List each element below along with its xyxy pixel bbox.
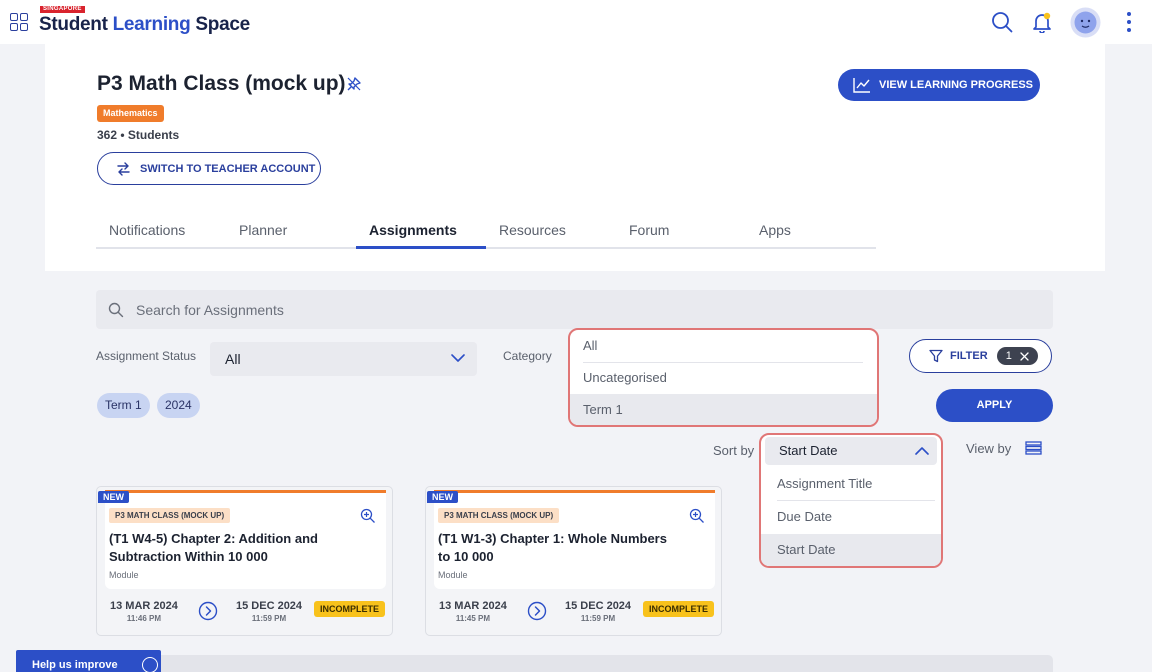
avatar[interactable] bbox=[1070, 7, 1101, 38]
chip-term-1[interactable]: Term 1 bbox=[97, 393, 150, 418]
category-dropdown-menu: All Uncategorised Term 1 bbox=[568, 328, 879, 427]
view-learning-progress-button[interactable]: VIEW LEARNING PROGRESS bbox=[838, 69, 1040, 101]
start-date: 13 MAR 2024 11:45 PM bbox=[439, 600, 507, 623]
more-vertical-icon[interactable] bbox=[1125, 11, 1133, 33]
category-label: Category bbox=[503, 349, 552, 363]
filter-label: FILTER bbox=[950, 350, 988, 362]
start-time-value: 11:46 PM bbox=[126, 614, 162, 623]
search-icon bbox=[108, 302, 124, 317]
status-badge: INCOMPLETE bbox=[314, 601, 386, 617]
sort-by-label: Sort by bbox=[713, 443, 755, 458]
class-tabs: Notifications Planner Assignments Resour… bbox=[96, 216, 876, 249]
pin-icon[interactable] bbox=[346, 76, 362, 92]
sort-option-start-date[interactable]: Start Date bbox=[761, 534, 941, 566]
chip-2024[interactable]: 2024 bbox=[157, 393, 200, 418]
switch-icon bbox=[117, 161, 130, 176]
filter-button[interactable]: FILTER 1 bbox=[909, 339, 1052, 373]
assignment-card-header: NEW P3 MATH CLASS (MOCK UP) (T1 W4-5) Ch… bbox=[98, 490, 386, 589]
assignment-card-header: NEW P3 MATH CLASS (MOCK UP) (T1 W1-3) Ch… bbox=[427, 490, 715, 589]
switch-to-teacher-button[interactable]: SWITCH TO TEACHER ACCOUNT bbox=[97, 152, 321, 185]
class-tag: P3 MATH CLASS (MOCK UP) bbox=[109, 508, 231, 523]
due-date-value: 15 DEC 2024 bbox=[565, 600, 632, 612]
filter-count: 1 bbox=[1005, 350, 1012, 362]
bottom-panel bbox=[96, 655, 1053, 672]
tab-notifications[interactable]: Notifications bbox=[109, 222, 185, 238]
arrow-right-circle-icon bbox=[527, 601, 547, 621]
category-option-uncategorised[interactable]: Uncategorised bbox=[570, 362, 877, 393]
assignment-status-select[interactable]: All bbox=[210, 342, 477, 376]
assignment-type: Module bbox=[438, 570, 468, 580]
list-view-icon[interactable] bbox=[1025, 441, 1042, 455]
assignment-search-input[interactable]: Search for Assignments bbox=[96, 290, 1053, 329]
arrow-right-circle-icon bbox=[198, 601, 218, 621]
filter-icon bbox=[929, 349, 943, 363]
new-badge: NEW bbox=[98, 491, 129, 503]
assignment-title[interactable]: (T1 W1-3) Chapter 1: Whole Numbers to 10… bbox=[438, 530, 678, 566]
tab-resources[interactable]: Resources bbox=[499, 222, 566, 238]
assignment-type: Module bbox=[109, 570, 139, 580]
sort-dropdown: Start Date Assignment Title Due Date Sta… bbox=[759, 433, 943, 568]
due-time-value: 11:59 PM bbox=[580, 614, 616, 623]
switch-label: SWITCH TO TEACHER ACCOUNT bbox=[140, 162, 316, 175]
view-by-label: View by bbox=[966, 441, 1012, 456]
assignment-status-value: All bbox=[225, 351, 241, 367]
start-date: 13 MAR 2024 11:46 PM bbox=[110, 600, 178, 623]
tab-apps[interactable]: Apps bbox=[759, 222, 791, 238]
help-label: Help us improve bbox=[32, 659, 118, 671]
zoom-in-icon[interactable] bbox=[689, 508, 705, 524]
assignment-card[interactable]: NEW P3 MATH CLASS (MOCK UP) (T1 W4-5) Ch… bbox=[96, 486, 393, 636]
search-placeholder: Search for Assignments bbox=[136, 301, 284, 318]
chevron-down-icon bbox=[451, 354, 465, 362]
sort-select[interactable]: Start Date bbox=[765, 437, 937, 465]
tab-planner[interactable]: Planner bbox=[239, 222, 287, 238]
chevron-up-icon bbox=[915, 447, 929, 455]
tab-forum[interactable]: Forum bbox=[629, 222, 669, 238]
help-us-improve-button[interactable]: Help us improve bbox=[16, 650, 161, 672]
student-count: 362 • Students bbox=[97, 128, 180, 142]
tab-assignments[interactable]: Assignments bbox=[369, 222, 457, 238]
filter-count-badge[interactable]: 1 bbox=[996, 347, 1038, 365]
category-option-all[interactable]: All bbox=[570, 330, 877, 361]
smiley-icon bbox=[142, 657, 158, 672]
assignment-status-label: Assignment Status bbox=[96, 349, 197, 363]
due-date: 15 DEC 2024 11:59 PM bbox=[565, 600, 631, 623]
logo-tag: SINGAPORE bbox=[40, 6, 85, 13]
assignment-title[interactable]: (T1 W4-5) Chapter 2: Addition and Subtra… bbox=[109, 530, 349, 566]
chart-line-icon bbox=[853, 78, 870, 93]
due-date-value: 15 DEC 2024 bbox=[236, 600, 303, 612]
due-date: 15 DEC 2024 11:59 PM bbox=[236, 600, 302, 623]
sort-option-due-date[interactable]: Due Date bbox=[761, 501, 941, 533]
start-date-value: 13 MAR 2024 bbox=[110, 600, 178, 612]
start-date-value: 13 MAR 2024 bbox=[439, 600, 507, 612]
sort-value: Start Date bbox=[779, 443, 838, 458]
logo-word-learning: Learning bbox=[112, 14, 191, 35]
apps-grid-icon[interactable] bbox=[10, 13, 28, 31]
class-title: P3 Math Class (mock up) bbox=[97, 72, 346, 95]
apply-button[interactable]: APPLY bbox=[936, 389, 1053, 422]
zoom-in-icon[interactable] bbox=[360, 508, 376, 524]
close-icon[interactable] bbox=[1020, 351, 1029, 361]
new-badge: NEW bbox=[427, 491, 458, 503]
top-bar: SINGAPORE Student Learning Space bbox=[0, 0, 1152, 44]
due-time-value: 11:59 PM bbox=[251, 614, 287, 623]
sort-option-assignment-title[interactable]: Assignment Title bbox=[761, 468, 941, 500]
bell-icon[interactable] bbox=[1031, 11, 1053, 33]
category-option-term-1[interactable]: Term 1 bbox=[570, 394, 877, 425]
class-tag: P3 MATH CLASS (MOCK UP) bbox=[438, 508, 560, 523]
subject-badge: Mathematics bbox=[97, 105, 164, 122]
progress-label: VIEW LEARNING PROGRESS bbox=[879, 79, 1034, 91]
search-icon[interactable] bbox=[991, 11, 1013, 33]
assignment-card[interactable]: NEW P3 MATH CLASS (MOCK UP) (T1 W1-3) Ch… bbox=[425, 486, 722, 636]
start-time-value: 11:45 PM bbox=[455, 614, 491, 623]
status-badge: INCOMPLETE bbox=[643, 601, 715, 617]
logo-word-space: Space bbox=[190, 14, 250, 35]
active-tab-indicator bbox=[356, 246, 486, 249]
logo-word-student: Student bbox=[39, 14, 113, 35]
